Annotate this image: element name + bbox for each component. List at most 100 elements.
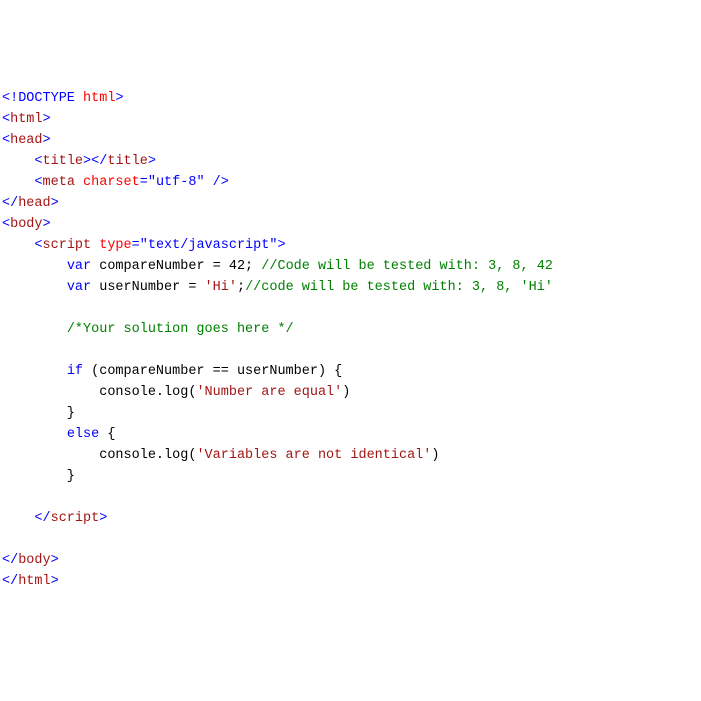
code-token: 'Variables are not identical' xyxy=(196,448,431,463)
code-token: script xyxy=(51,511,100,526)
code-line: </body> xyxy=(2,550,699,571)
code-line: else { xyxy=(2,424,699,445)
code-token: title xyxy=(107,154,148,169)
code-token: //code will be tested with: 3, 8, 'Hi' xyxy=(245,280,553,295)
code-token xyxy=(2,532,10,547)
code-line: </head> xyxy=(2,193,699,214)
code-line: <meta charset="utf-8" /> xyxy=(2,172,699,193)
code-token: < xyxy=(2,217,10,232)
code-token xyxy=(2,175,34,190)
code-line: console.log('Variables are not identical… xyxy=(2,445,699,466)
code-token: if xyxy=(67,364,83,379)
code-token: /*Your solution goes here */ xyxy=(67,322,294,337)
code-token: (compareNumber == userNumber) { xyxy=(83,364,342,379)
code-line: var compareNumber = 42; //Code will be t… xyxy=(2,256,699,277)
code-token: console.log( xyxy=(2,385,196,400)
code-line: </script> xyxy=(2,508,699,529)
code-token: > xyxy=(115,91,123,106)
code-token: var xyxy=(67,259,91,274)
code-line: <body> xyxy=(2,214,699,235)
code-token: console.log( xyxy=(2,448,196,463)
code-line: } xyxy=(2,403,699,424)
code-snippet: <!DOCTYPE html><html><head> <title></tit… xyxy=(2,88,699,592)
code-token: > xyxy=(148,154,156,169)
code-line: <script type="text/javascript"> xyxy=(2,235,699,256)
code-line xyxy=(2,298,699,319)
code-token xyxy=(2,427,67,442)
code-line xyxy=(2,340,699,361)
code-token: > xyxy=(43,112,51,127)
code-token: ) xyxy=(342,385,350,400)
code-token: head xyxy=(10,133,42,148)
code-token: compareNumber = 42; xyxy=(91,259,261,274)
code-token: > xyxy=(99,511,107,526)
code-token: > xyxy=(51,574,59,589)
code-token: userNumber = xyxy=(91,280,204,295)
code-token: } xyxy=(2,469,75,484)
code-token xyxy=(2,259,67,274)
code-token: ></ xyxy=(83,154,107,169)
code-token: < xyxy=(34,175,42,190)
code-token: script xyxy=(43,238,92,253)
code-token: < xyxy=(34,238,42,253)
code-token: ="text/javascript" xyxy=(132,238,278,253)
code-line: if (compareNumber == userNumber) { xyxy=(2,361,699,382)
code-token: meta xyxy=(43,175,75,190)
code-token: </ xyxy=(2,196,18,211)
code-line xyxy=(2,487,699,508)
code-line: /*Your solution goes here */ xyxy=(2,319,699,340)
code-line: var userNumber = 'Hi';//code will be tes… xyxy=(2,277,699,298)
code-token: > xyxy=(277,238,285,253)
code-token: > xyxy=(43,133,51,148)
code-token: body xyxy=(10,217,42,232)
code-token: var xyxy=(67,280,91,295)
code-token: > xyxy=(43,217,51,232)
code-token: </ xyxy=(2,574,18,589)
code-token: title xyxy=(43,154,84,169)
code-token xyxy=(75,175,83,190)
code-line xyxy=(2,529,699,550)
code-token xyxy=(2,511,34,526)
code-token: html xyxy=(18,574,50,589)
code-token: } xyxy=(2,406,75,421)
code-token xyxy=(2,280,67,295)
code-token: 'Number are equal' xyxy=(196,385,342,400)
code-token xyxy=(2,490,10,505)
code-token: 'Hi' xyxy=(205,280,237,295)
code-token: body xyxy=(18,553,50,568)
code-token: else xyxy=(67,427,99,442)
code-token: > xyxy=(51,553,59,568)
code-token: ) xyxy=(431,448,439,463)
code-token: ="utf-8" xyxy=(140,175,205,190)
code-line: <title></title> xyxy=(2,151,699,172)
code-token: ; xyxy=(237,280,245,295)
code-line: <head> xyxy=(2,130,699,151)
code-line: <!DOCTYPE html> xyxy=(2,88,699,109)
code-token: </ xyxy=(2,553,18,568)
code-token xyxy=(2,301,10,316)
code-token xyxy=(2,343,10,358)
code-token: head xyxy=(18,196,50,211)
code-line: console.log('Number are equal') xyxy=(2,382,699,403)
code-token: html xyxy=(83,91,115,106)
code-token: < xyxy=(2,112,10,127)
code-token: > xyxy=(51,196,59,211)
code-token xyxy=(2,322,67,337)
code-line: <html> xyxy=(2,109,699,130)
code-token: DOCTYPE xyxy=(18,91,75,106)
code-token: < xyxy=(34,154,42,169)
code-token xyxy=(2,238,34,253)
code-token: html xyxy=(10,112,42,127)
code-token: <! xyxy=(2,91,18,106)
code-line: } xyxy=(2,466,699,487)
code-token xyxy=(75,91,83,106)
code-token xyxy=(2,364,67,379)
code-token xyxy=(2,154,34,169)
code-token: charset xyxy=(83,175,140,190)
code-token: < xyxy=(2,133,10,148)
code-token: { xyxy=(99,427,115,442)
code-line: </html> xyxy=(2,571,699,592)
code-token: //Code will be tested with: 3, 8, 42 xyxy=(261,259,553,274)
code-token: </ xyxy=(34,511,50,526)
code-token: /> xyxy=(205,175,229,190)
